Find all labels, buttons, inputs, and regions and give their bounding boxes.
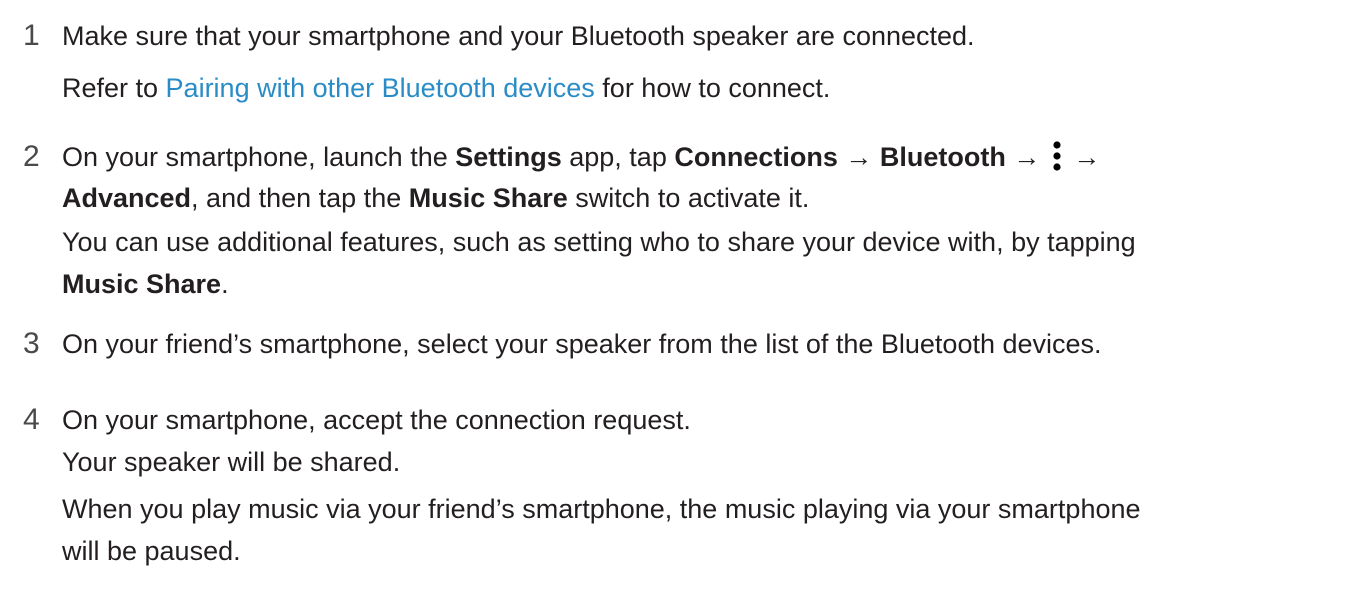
settings-label: Settings	[455, 142, 562, 172]
music-share-label: Music Share	[62, 269, 222, 299]
step-number: 3	[23, 327, 40, 360]
step-text: On your smartphone, accept the connectio…	[62, 405, 691, 435]
step-text: On your friend’s smartphone, select your…	[62, 329, 1102, 359]
step-note: You can use additional features, such as…	[62, 227, 1136, 257]
step-note: When you play music via your friend’s sm…	[62, 494, 1141, 524]
more-options-icon	[1052, 140, 1062, 171]
step-text: On your smartphone, launch the Settings …	[62, 135, 1352, 179]
music-share-label: Music Share	[408, 183, 568, 213]
arrow-glyph: →	[1065, 142, 1101, 172]
arrow-glyph: →	[1005, 142, 1048, 172]
arrow-glyph: →	[837, 142, 880, 172]
step-note-continued: Music Share.	[62, 262, 1352, 306]
advanced-label: Advanced	[62, 183, 192, 213]
connections-label: Connections	[674, 142, 838, 172]
step-number: 2	[23, 140, 40, 173]
step-text: Make sure that your smartphone and your …	[62, 21, 975, 51]
pairing-link[interactable]: Pairing with other Bluetooth devices	[166, 73, 595, 103]
text-segment: app, tap	[561, 142, 675, 172]
step-result: Your speaker will be shared.	[62, 447, 401, 477]
step-note-continued: will be paused.	[62, 536, 241, 566]
step-text-continued: Advanced, and then tap the Music Share s…	[62, 176, 1352, 220]
text-segment: switch to activate it.	[567, 183, 810, 213]
refer-suffix: for how to connect.	[594, 73, 831, 103]
bluetooth-label: Bluetooth	[879, 142, 1006, 172]
step-number: 1	[23, 19, 40, 52]
text-segment: On your smartphone, launch the	[62, 142, 456, 172]
text-segment: , and then tap the	[191, 183, 409, 213]
step-number: 4	[23, 403, 40, 436]
text-segment: .	[221, 269, 229, 299]
refer-prefix: Refer to	[62, 73, 166, 103]
step-reference: Refer to Pairing with other Bluetooth de…	[62, 66, 1352, 110]
